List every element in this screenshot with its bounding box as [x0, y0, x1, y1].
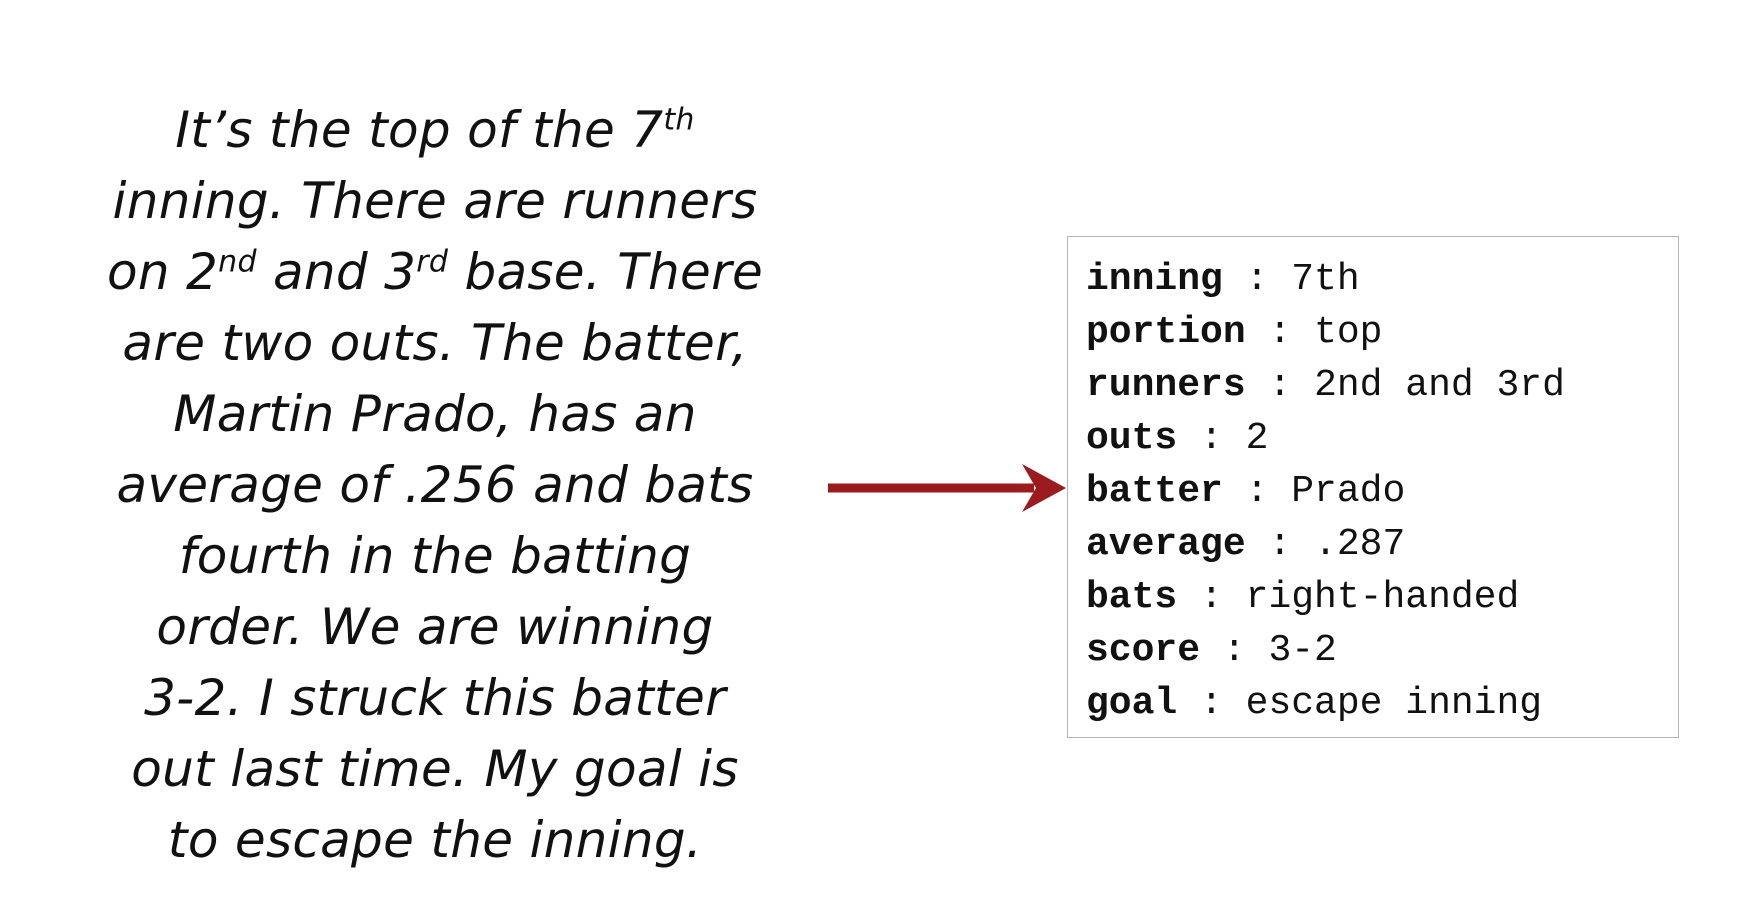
narrative-text-part: on 2: [106, 243, 219, 301]
narrative-text-part: It’s the top of the 7: [175, 101, 664, 159]
narrative-text-part: are two outs. The batter,: [122, 314, 748, 372]
narrative-text-part: fourth in the batting: [178, 527, 692, 585]
field-separator: :: [1245, 364, 1315, 407]
narrative-text-part: to escape the inning.: [167, 811, 703, 869]
narrative-line: Martin Prado, has an: [20, 379, 850, 450]
narrative-ordinal-suffix: rd: [416, 244, 449, 280]
narrative-text-part: out last time. My goal is: [131, 740, 739, 798]
field-separator: :: [1245, 311, 1315, 354]
field-value: 7th: [1291, 258, 1360, 301]
field-separator: :: [1222, 258, 1292, 301]
field-bats: bats : right-handed: [1086, 571, 1678, 624]
field-separator: :: [1245, 523, 1315, 566]
narrative-text-part: and 3: [256, 243, 417, 301]
narrative-line: are two outs. The batter,: [20, 308, 850, 379]
field-value: top: [1314, 311, 1383, 354]
field-portion: portion : top: [1086, 306, 1678, 359]
field-key: runners: [1086, 364, 1246, 407]
field-value: 2nd and 3rd: [1314, 364, 1565, 407]
narrative-text-part: inning. There are runners: [112, 172, 758, 230]
narrative-line: order. We are winning: [20, 592, 850, 663]
field-outs: outs : 2: [1086, 412, 1678, 465]
narrative-ordinal-suffix: nd: [218, 244, 257, 280]
field-separator: :: [1177, 576, 1246, 619]
field-key: batter: [1086, 470, 1223, 513]
field-score: score : 3-2: [1086, 624, 1678, 677]
narrative-line: It’s the top of the 7th: [20, 95, 850, 166]
field-value: .287: [1314, 523, 1406, 566]
field-key: goal: [1086, 682, 1178, 725]
field-runners: runners : 2nd and 3rd: [1086, 359, 1678, 412]
field-inning: inning : 7th: [1086, 253, 1678, 306]
narrative-line: 3-2. I struck this batter: [20, 663, 850, 734]
field-average: average : .287: [1086, 518, 1678, 571]
field-value: escape inning: [1245, 682, 1543, 725]
arrow-right-icon: [828, 464, 1066, 512]
field-value: right-handed: [1245, 576, 1520, 619]
field-separator: :: [1200, 629, 1269, 672]
field-key: inning: [1086, 258, 1223, 301]
narrative-text-part: average of .256 and bats: [116, 456, 754, 514]
narrative-text-part: base. There: [448, 243, 764, 301]
narrative-line: fourth in the batting: [20, 521, 850, 592]
field-key: score: [1086, 629, 1201, 672]
narrative-line: inning. There are runners: [20, 166, 850, 237]
field-value: 2: [1245, 417, 1269, 460]
narrative-text-part: order. We are winning: [156, 598, 714, 656]
narrative-text-part: 3-2. I struck this batter: [144, 669, 726, 727]
field-value: Prado: [1291, 470, 1406, 513]
field-key: average: [1086, 523, 1246, 566]
narrative-text-part: Martin Prado, has an: [173, 385, 697, 443]
narrative-text: It’s the top of the 7th inning. There are…: [20, 95, 850, 876]
field-batter: batter : Prado: [1086, 465, 1678, 518]
narrative-line: out last time. My goal is: [20, 734, 850, 805]
field-key: bats: [1086, 576, 1178, 619]
field-separator: :: [1177, 682, 1246, 725]
narrative-line: average of .256 and bats: [20, 450, 850, 521]
narrative-line: on 2nd and 3rd base. There: [20, 237, 850, 308]
structured-data-box: inning : 7th portion : top runners : 2nd a…: [1067, 236, 1679, 738]
field-value: 3-2: [1268, 629, 1337, 672]
field-goal: goal : escape inning: [1086, 677, 1678, 730]
narrative-line: to escape the inning.: [20, 805, 850, 876]
field-separator: :: [1222, 470, 1292, 513]
field-key: portion: [1086, 311, 1246, 354]
field-key: outs: [1086, 417, 1178, 460]
narrative-ordinal-suffix: th: [663, 102, 695, 138]
field-separator: :: [1177, 417, 1246, 460]
